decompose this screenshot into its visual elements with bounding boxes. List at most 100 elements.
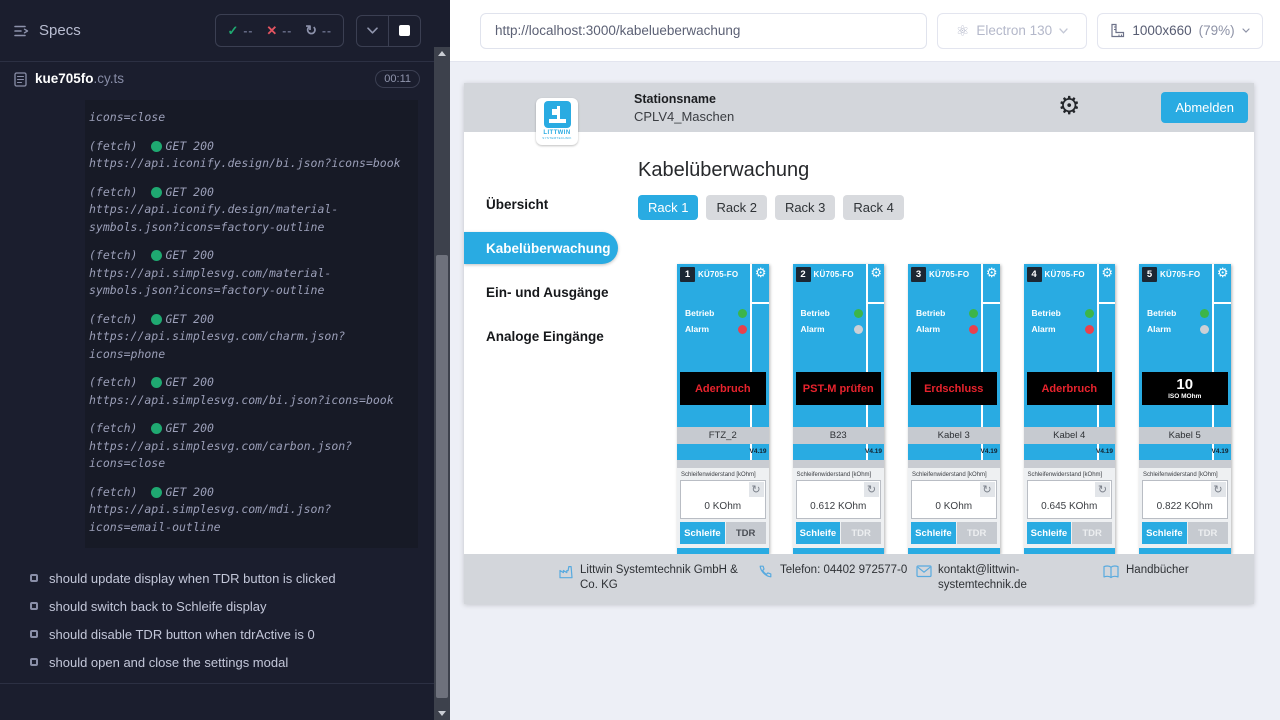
log-line: (fetch) GET 200 bbox=[89, 374, 409, 392]
log-line: (fetch) GET 200 bbox=[89, 138, 409, 156]
card-lower-panel: Schleifenwiderstand [kOhm] ↻ 0.612 KOhm … bbox=[793, 460, 885, 554]
viewport-select[interactable]: 1000x660 (79%) bbox=[1097, 13, 1263, 49]
card-settings-gear-icon[interactable]: ⚙ bbox=[986, 266, 998, 280]
footer-manuals-link[interactable]: Handbücher bbox=[1102, 563, 1189, 604]
test-row[interactable]: should disable TDR button when tdrActive… bbox=[0, 620, 434, 648]
logout-button[interactable]: Abmelden bbox=[1161, 92, 1248, 123]
refresh-button[interactable]: ↻ bbox=[749, 482, 764, 497]
passed-count: -- bbox=[243, 24, 253, 38]
card-settings-gear-icon[interactable]: ⚙ bbox=[870, 266, 882, 280]
stat-pending[interactable]: ↻-- bbox=[305, 22, 332, 39]
tdr-button[interactable]: TDR bbox=[957, 522, 997, 544]
station-label: Stationsname bbox=[634, 91, 734, 108]
sidebar-nav-item[interactable]: Kabelüberwachung bbox=[464, 232, 618, 264]
card-number: 3 bbox=[911, 267, 926, 282]
card-number: 2 bbox=[796, 267, 811, 282]
tab-label: Rack 1 bbox=[648, 200, 688, 215]
schleife-button[interactable]: Schleife bbox=[1142, 522, 1187, 544]
log-tag: (fetch) bbox=[89, 484, 137, 502]
schleife-button[interactable]: Schleife bbox=[911, 522, 956, 544]
status-display: Erdschluss bbox=[911, 372, 997, 405]
betrieb-label: Betrieb bbox=[801, 308, 830, 318]
spec-name: kue705fo.cy.ts bbox=[35, 70, 124, 88]
log-tag: (fetch) bbox=[89, 420, 137, 438]
schleife-button[interactable]: Schleife bbox=[680, 522, 725, 544]
log-entry[interactable]: (fetch) GET 200 https://api.simplesvg.co… bbox=[89, 374, 409, 409]
nav-label: Ein- und Ausgänge bbox=[486, 285, 609, 300]
scrollbar-thumb[interactable] bbox=[436, 255, 448, 698]
test-row[interactable]: should update display when TDR button is… bbox=[0, 564, 434, 592]
book-icon bbox=[1102, 563, 1120, 604]
test-row[interactable]: should open and close the settings modal bbox=[0, 648, 434, 676]
footer-email[interactable]: kontakt@littwin-systemtechnik.de bbox=[916, 563, 1084, 604]
rack-tab[interactable]: Rack 2 bbox=[706, 195, 766, 220]
test-stats-group: ✓-- ✕-- ↻-- bbox=[215, 14, 344, 47]
sidebar-nav-item[interactable]: Übersicht bbox=[464, 188, 618, 220]
alarm-led-row: Alarm bbox=[1147, 324, 1209, 334]
scrollbar-track[interactable] bbox=[434, 47, 450, 720]
log-line: (fetch) GET 200 bbox=[89, 247, 409, 265]
refresh-button[interactable]: ↻ bbox=[864, 482, 879, 497]
alarm-led-row: Alarm bbox=[916, 324, 978, 334]
card-number: 5 bbox=[1142, 267, 1157, 282]
command-log: icons=close (fetch) GET 200 https://api.… bbox=[85, 100, 418, 548]
stat-failed[interactable]: ✕-- bbox=[266, 23, 292, 39]
app-main: Kabelüberwachung Rack 1Rack 2Rack 3Rack … bbox=[618, 132, 1254, 554]
factory-icon bbox=[558, 563, 574, 604]
company-name: Littwin Systemtechnik GmbH & Co. KG bbox=[580, 563, 758, 604]
spec-duration-badge: 00:11 bbox=[375, 70, 420, 88]
scroll-up-arrow[interactable] bbox=[434, 47, 450, 60]
log-url: https://api.simplesvg.com/bi.json?icons=… bbox=[89, 392, 409, 410]
card-settings-gear-icon[interactable]: ⚙ bbox=[1217, 266, 1229, 280]
settings-gear-icon[interactable]: ⚙ bbox=[1058, 91, 1080, 121]
schleife-button[interactable]: Schleife bbox=[796, 522, 841, 544]
test-row[interactable]: should switch back to Schleife display bbox=[0, 592, 434, 620]
sidebar-nav-item[interactable]: Ein- und Ausgänge bbox=[464, 276, 618, 308]
divider bbox=[1099, 302, 1116, 304]
success-dot-icon bbox=[151, 487, 162, 498]
betrieb-led bbox=[1200, 309, 1209, 318]
cable-name: B23 bbox=[793, 427, 885, 444]
url-input[interactable] bbox=[480, 13, 927, 49]
betrieb-led-row: Betrieb bbox=[916, 308, 978, 318]
spec-file-row[interactable]: kue705fo.cy.ts 00:11 bbox=[0, 64, 434, 94]
status-display: PST-M prüfen bbox=[796, 372, 882, 405]
tdr-button[interactable]: TDR bbox=[1072, 522, 1112, 544]
rack-tab[interactable]: Rack 1 bbox=[638, 195, 698, 220]
stat-passed[interactable]: ✓-- bbox=[227, 23, 253, 39]
collapse-button[interactable] bbox=[357, 16, 388, 46]
rack-tab[interactable]: Rack 4 bbox=[843, 195, 903, 220]
refresh-button[interactable]: ↻ bbox=[980, 482, 995, 497]
screen: Specs ✓-- ✕-- ↻-- kue705fo.cy.ts 00:11 i… bbox=[0, 0, 1280, 720]
scroll-down-arrow[interactable] bbox=[434, 707, 450, 720]
log-entry[interactable]: (fetch) GET 200 https://api.simplesvg.co… bbox=[89, 484, 409, 537]
log-entry[interactable]: (fetch) GET 200 https://api.simplesvg.co… bbox=[89, 311, 409, 364]
schleife-button[interactable]: Schleife bbox=[1027, 522, 1072, 544]
log-entry[interactable]: (fetch) GET 200 https://api.simplesvg.co… bbox=[89, 420, 409, 473]
tdr-button[interactable]: TDR bbox=[726, 522, 766, 544]
specs-toggle-button[interactable]: Specs bbox=[13, 22, 81, 39]
alarm-led bbox=[1200, 325, 1209, 334]
refresh-icon: ↻ bbox=[305, 22, 317, 39]
firmware-version: V4.19 bbox=[1096, 448, 1113, 455]
log-entry[interactable]: (fetch) GET 200 https://api.simplesvg.co… bbox=[89, 247, 409, 300]
status-display: 10 ISO MOhm bbox=[1142, 372, 1228, 405]
log-entry[interactable]: (fetch) GET 200 https://api.iconify.desi… bbox=[89, 138, 409, 173]
tdr-button[interactable]: TDR bbox=[1188, 522, 1228, 544]
status-text: Aderbruch bbox=[1041, 383, 1097, 395]
card-settings-gear-icon[interactable]: ⚙ bbox=[755, 266, 767, 280]
refresh-button[interactable]: ↻ bbox=[1211, 482, 1226, 497]
device-card: 3 KÜ705-FO ⚙ Betrieb Alarm Erdschluss Ka… bbox=[908, 264, 1000, 554]
log-entry[interactable]: (fetch) GET 200 https://api.iconify.desi… bbox=[89, 184, 409, 237]
tdr-button[interactable]: TDR bbox=[841, 522, 881, 544]
app-footer: Littwin Systemtechnik GmbH & Co. KG Tele… bbox=[464, 554, 1254, 604]
station-info: Stationsname CPLV4_Maschen bbox=[634, 91, 734, 125]
refresh-button[interactable]: ↻ bbox=[1095, 482, 1110, 497]
card-settings-gear-icon[interactable]: ⚙ bbox=[1101, 266, 1113, 280]
browser-select[interactable]: ⚛ Electron 130 bbox=[937, 13, 1087, 49]
sidebar-nav-item[interactable]: Analoge Eingänge bbox=[464, 320, 618, 352]
rack-tab[interactable]: Rack 3 bbox=[775, 195, 835, 220]
resistance-panel: Schleifenwiderstand [kOhm] ↻ 0.645 KOhm … bbox=[1024, 468, 1116, 554]
stop-button[interactable] bbox=[389, 16, 420, 46]
log-line: (fetch) GET 200 bbox=[89, 420, 409, 438]
